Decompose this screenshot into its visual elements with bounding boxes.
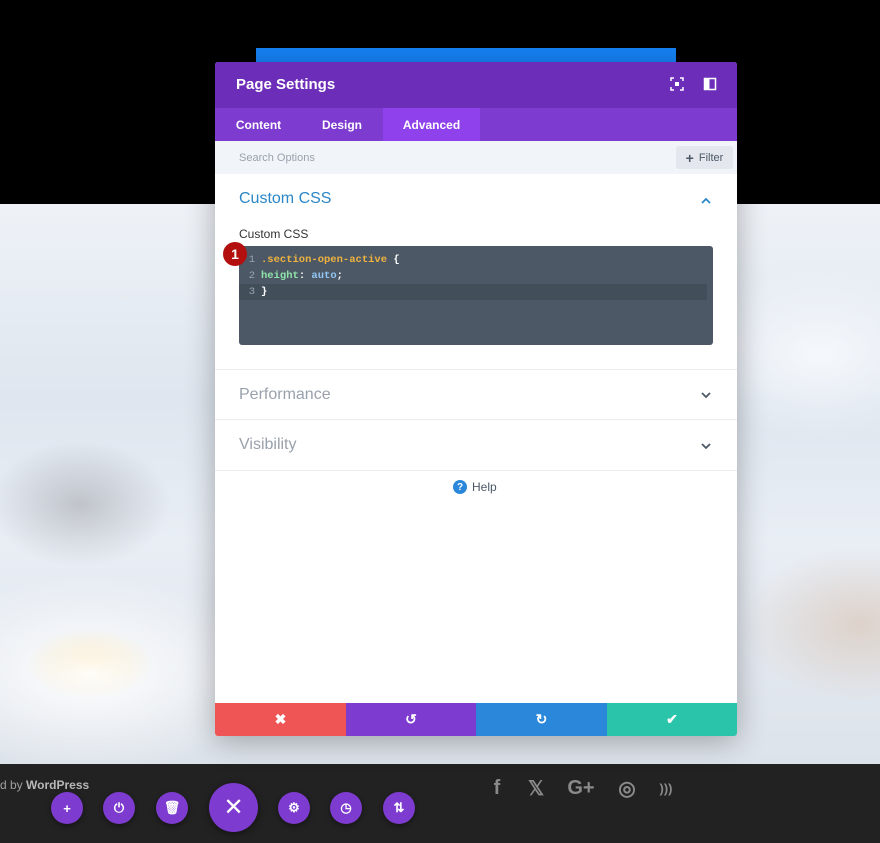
footer-credit-prefix: d by	[0, 778, 23, 792]
line-number: 3	[248, 286, 255, 298]
search-options-input[interactable]	[239, 149, 639, 167]
css-colon: :	[298, 270, 312, 282]
custom-css-label: Custom CSS	[239, 227, 309, 241]
section-toggle-performance[interactable]: Performance	[239, 386, 331, 404]
step-marker: 1	[223, 242, 247, 266]
code-line: 1 .section-open-active {	[239, 252, 707, 268]
filter-button[interactable]: + Filter	[676, 146, 733, 169]
divider	[215, 369, 737, 370]
redo-button[interactable]: ↻	[476, 703, 607, 736]
sort-icon[interactable]: ⇅	[383, 792, 415, 824]
modal-tabs: Content Design Advanced	[215, 108, 737, 141]
modal-title: Page Settings	[236, 76, 336, 93]
css-semicolon: ;	[336, 270, 343, 282]
help-icon: ?	[453, 480, 467, 494]
help-link[interactable]: ? Help	[453, 480, 497, 494]
divider	[215, 470, 737, 471]
trash-icon[interactable]: 🗑	[156, 792, 188, 824]
plus-icon: +	[685, 149, 694, 166]
help-label: Help	[472, 480, 497, 494]
settings-icon[interactable]: ⚙	[278, 792, 310, 824]
fullscreen-icon[interactable]	[670, 77, 684, 91]
instagram-icon[interactable]: ◎	[611, 774, 643, 802]
css-selector: .section-open-active	[261, 254, 388, 266]
history-icon[interactable]: ◷	[330, 792, 362, 824]
divider	[215, 419, 737, 420]
search-bar: + Filter	[215, 141, 737, 174]
tab-content[interactable]: Content	[215, 108, 302, 141]
chevron-down-icon[interactable]	[700, 440, 712, 452]
split-view-icon[interactable]	[703, 77, 717, 91]
line-number: 2	[248, 270, 255, 282]
discard-button[interactable]: ✖	[215, 703, 346, 736]
section-toggle-custom-css[interactable]: Custom CSS	[239, 190, 331, 208]
code-line: 2 height : auto ;	[239, 268, 707, 284]
power-icon[interactable]: ⏻	[103, 792, 135, 824]
rss-icon[interactable]: )))	[650, 774, 682, 802]
footer-credit-brand[interactable]: WordPress	[26, 778, 89, 792]
save-button[interactable]: ✔	[607, 703, 737, 736]
footer-credit: d by WordPress	[0, 778, 89, 792]
undo-button[interactable]: ↺	[346, 703, 476, 736]
modal-header: Page Settings	[215, 62, 737, 108]
close-builder-icon[interactable]: ✕	[209, 783, 258, 832]
tab-advanced[interactable]: Advanced	[383, 108, 480, 141]
section-toggle-visibility[interactable]: Visibility	[239, 436, 297, 454]
modal-actions: ✖ ↺ ↻ ✔	[215, 703, 737, 736]
filter-label: Filter	[698, 151, 724, 164]
tab-design[interactable]: Design	[302, 108, 382, 141]
twitter-icon[interactable]: 𝕏	[520, 774, 552, 802]
code-line: 3 }	[239, 284, 707, 300]
page-settings-modal: Page Settings Content Design Advanced + …	[215, 62, 737, 736]
css-brace: }	[261, 286, 268, 298]
chevron-down-icon[interactable]	[700, 389, 712, 401]
chevron-up-icon[interactable]	[700, 195, 712, 207]
facebook-icon[interactable]: f	[481, 774, 513, 802]
css-value: auto	[311, 270, 337, 282]
google-plus-icon[interactable]: G+	[562, 774, 600, 802]
css-property: height	[261, 270, 299, 282]
add-icon[interactable]: +	[51, 792, 83, 824]
custom-css-code-editor[interactable]: 1 .section-open-active { 2 height : auto…	[239, 246, 713, 345]
css-brace: {	[387, 254, 400, 266]
